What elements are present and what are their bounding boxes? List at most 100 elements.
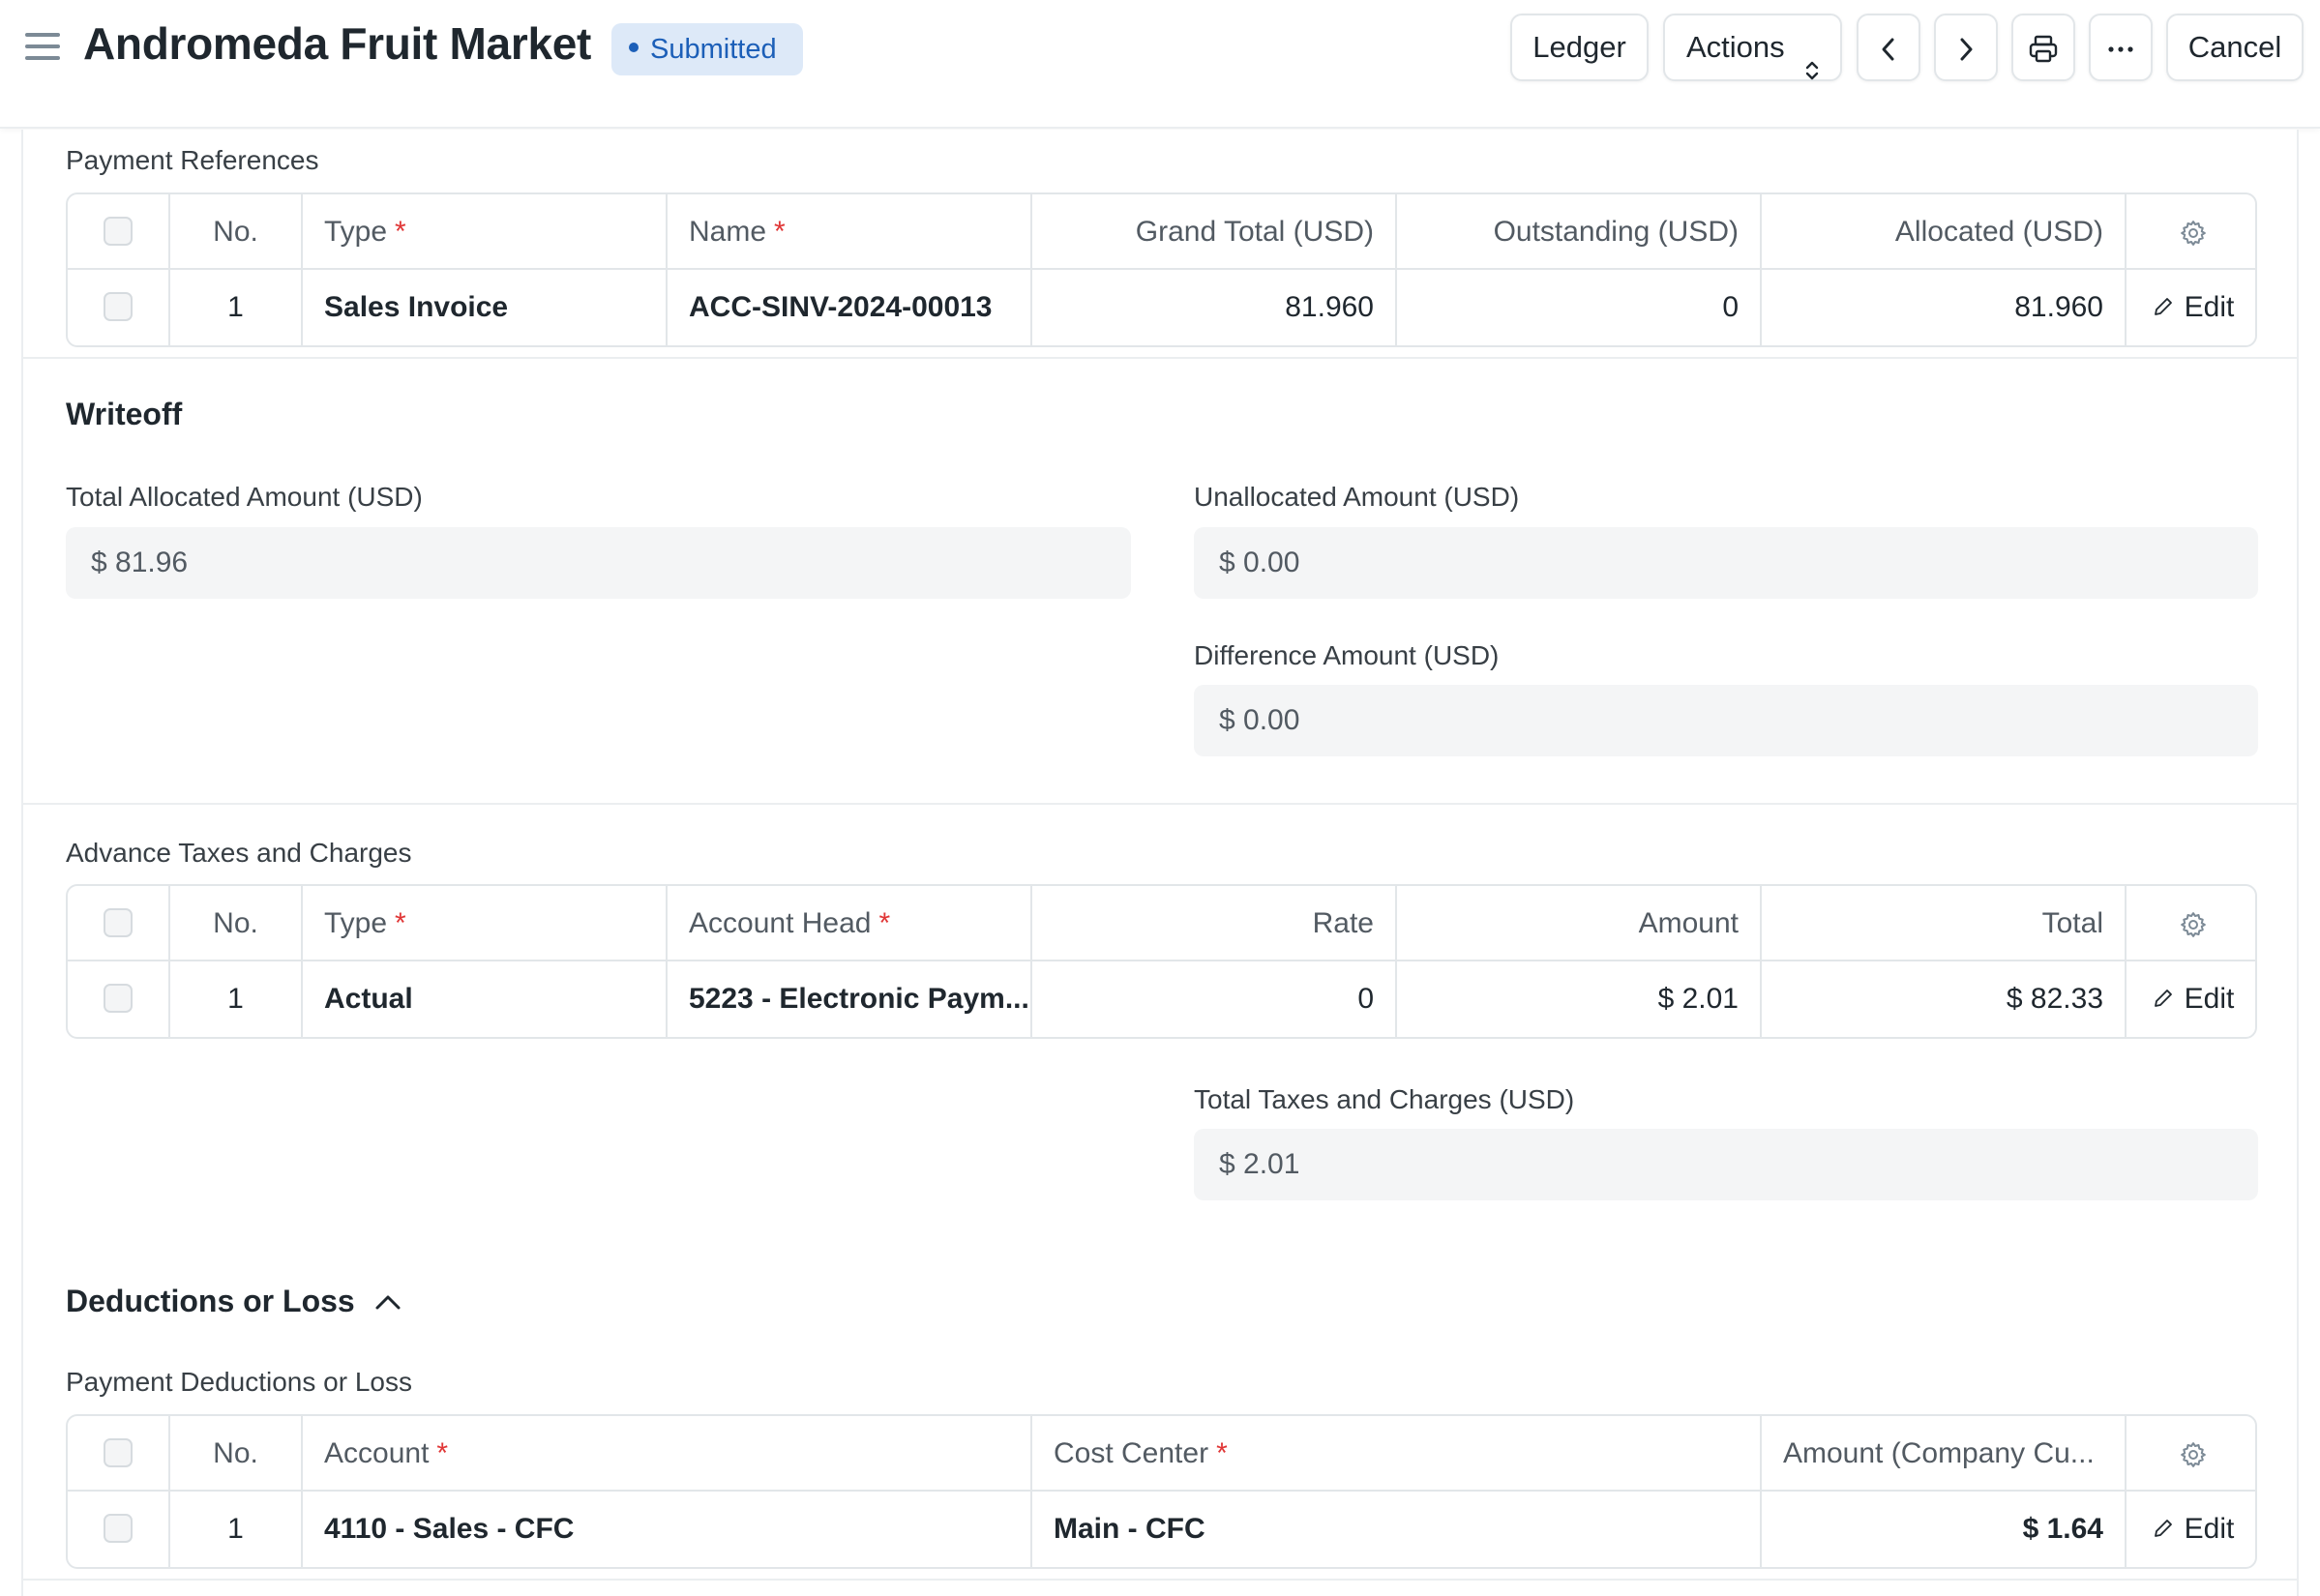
column-header-allocated: Allocated (USD) <box>1762 194 2127 268</box>
difference-field: $ 0.00 <box>1194 685 2258 756</box>
row-rate[interactable]: 0 <box>1032 961 1397 1037</box>
gear-icon[interactable] <box>2179 910 2208 939</box>
table-header-row: No. Type * Name * Grand Total (USD) Outsta… <box>68 194 2255 270</box>
column-header-type: Type * <box>303 886 668 960</box>
ledger-button[interactable]: Ledger <box>1510 14 1649 81</box>
select-all-cell <box>68 1416 170 1490</box>
row-edit-cell: Edit <box>2127 270 2255 345</box>
more-button[interactable] <box>2089 14 2153 81</box>
pencil-icon <box>2154 990 2172 1007</box>
advance-taxes-table: No. Type * Account Head * Rate Amount Tota… <box>66 884 2257 1039</box>
updown-icon <box>1805 37 1819 101</box>
chevron-up-icon[interactable] <box>372 1290 403 1314</box>
advance-taxes-label: Advance Taxes and Charges <box>66 838 412 868</box>
row-checkbox[interactable] <box>104 292 133 322</box>
payment-deductions-label: Payment Deductions or Loss <box>66 1367 412 1397</box>
next-button[interactable] <box>1934 14 1998 81</box>
row-allocated[interactable]: 81.960 <box>1762 270 2127 345</box>
column-settings-cell <box>2127 886 2255 960</box>
writeoff-section-title: Writeoff <box>66 397 183 431</box>
column-header-no: No. <box>170 194 303 268</box>
row-outstanding[interactable]: 0 <box>1397 270 1762 345</box>
printer-icon <box>2028 30 2059 64</box>
row-no: 1 <box>170 961 303 1037</box>
section-divider <box>21 1579 2299 1581</box>
column-header-type-label: Type <box>324 907 388 939</box>
column-header-account: Account * <box>303 1416 1032 1490</box>
column-header-account-head: Account Head * <box>668 886 1032 960</box>
table-row[interactable]: 1 Sales Invoice ACC-SINV-2024-00013 81.9… <box>68 270 2255 345</box>
chevron-left-icon <box>1879 30 1898 64</box>
column-header-cost-center-label: Cost Center <box>1054 1437 1209 1469</box>
column-header-type: Type * <box>303 194 668 268</box>
row-select-cell <box>68 961 170 1037</box>
row-account-head[interactable]: 5223 - Electronic Paym... <box>668 961 1032 1037</box>
gear-icon[interactable] <box>2179 219 2208 248</box>
row-edit-button[interactable]: Edit <box>2152 983 2235 1015</box>
difference-label: Difference Amount (USD) <box>1194 640 1500 670</box>
column-header-amount: Amount <box>1397 886 1762 960</box>
unallocated-field: $ 0.00 <box>1194 527 2258 599</box>
row-checkbox[interactable] <box>104 984 133 1014</box>
row-select-cell <box>68 270 170 345</box>
total-allocated-field: $ 81.96 <box>66 527 1131 599</box>
row-edit-button[interactable]: Edit <box>2152 291 2235 323</box>
print-button[interactable] <box>2011 14 2075 81</box>
column-header-type-label: Type <box>324 216 388 248</box>
row-account[interactable]: 4110 - Sales - CFC <box>303 1492 1032 1567</box>
pencil-icon <box>2154 298 2172 315</box>
column-settings-cell <box>2127 194 2255 268</box>
row-checkbox[interactable] <box>104 1514 133 1544</box>
gear-icon[interactable] <box>2179 1440 2208 1469</box>
actions-button-label: Actions <box>1686 30 1785 64</box>
column-header-no: No. <box>170 1416 303 1490</box>
select-all-checkbox[interactable] <box>104 908 133 938</box>
more-icon <box>2108 30 2133 64</box>
row-edit-cell: Edit <box>2127 1492 2255 1567</box>
select-all-cell <box>68 194 170 268</box>
column-settings-cell <box>2127 1416 2255 1490</box>
section-divider <box>21 803 2299 805</box>
total-taxes-field: $ 2.01 <box>1194 1129 2258 1200</box>
table-row[interactable]: 1 4110 - Sales - CFC Main - CFC $ 1.64 E… <box>68 1492 2255 1567</box>
deductions-section-title[interactable]: Deductions or Loss <box>66 1284 355 1319</box>
actions-button[interactable]: Actions <box>1663 14 1842 81</box>
select-all-cell <box>68 886 170 960</box>
cancel-button[interactable]: Cancel <box>2166 14 2304 81</box>
column-header-rate: Rate <box>1032 886 1397 960</box>
pencil-icon <box>2154 1520 2172 1537</box>
select-all-checkbox[interactable] <box>104 1438 133 1468</box>
row-total[interactable]: $ 82.33 <box>1762 961 2127 1037</box>
row-select-cell <box>68 1492 170 1567</box>
menu-icon[interactable] <box>25 33 60 62</box>
row-grand-total[interactable]: 81.960 <box>1032 270 1397 345</box>
status-badge-label: Submitted <box>650 34 777 65</box>
column-header-name: Name * <box>668 194 1032 268</box>
previous-button[interactable] <box>1857 14 1920 81</box>
total-taxes-label: Total Taxes and Charges (USD) <box>1194 1084 1575 1114</box>
chevron-right-icon <box>1956 30 1976 64</box>
row-edit-label: Edit <box>2184 1513 2235 1545</box>
row-no: 1 <box>170 270 303 345</box>
row-amount[interactable]: $ 1.64 <box>1762 1492 2127 1567</box>
column-header-account-head-label: Account Head <box>689 907 872 939</box>
row-edit-cell: Edit <box>2127 961 2255 1037</box>
row-type[interactable]: Actual <box>303 961 668 1037</box>
page-title: Andromeda Fruit Market <box>83 18 592 69</box>
column-header-no: No. <box>170 886 303 960</box>
row-edit-button[interactable]: Edit <box>2152 1513 2235 1545</box>
row-no: 1 <box>170 1492 303 1567</box>
status-dot-icon <box>629 43 639 53</box>
page-header: Andromeda Fruit Market Submitted Ledger … <box>0 0 2320 129</box>
row-cost-center[interactable]: Main - CFC <box>1032 1492 1762 1567</box>
column-header-outstanding: Outstanding (USD) <box>1397 194 1762 268</box>
row-amount[interactable]: $ 2.01 <box>1397 961 1762 1037</box>
row-edit-label: Edit <box>2184 983 2235 1015</box>
table-row[interactable]: 1 Actual 5223 - Electronic Paym... 0 $ 2… <box>68 961 2255 1037</box>
row-edit-label: Edit <box>2184 291 2235 323</box>
unallocated-label: Unallocated Amount (USD) <box>1194 482 1520 512</box>
select-all-checkbox[interactable] <box>104 217 133 247</box>
row-type[interactable]: Sales Invoice <box>303 270 668 345</box>
payment-references-label: Payment References <box>66 145 319 175</box>
row-name[interactable]: ACC-SINV-2024-00013 <box>668 270 1032 345</box>
